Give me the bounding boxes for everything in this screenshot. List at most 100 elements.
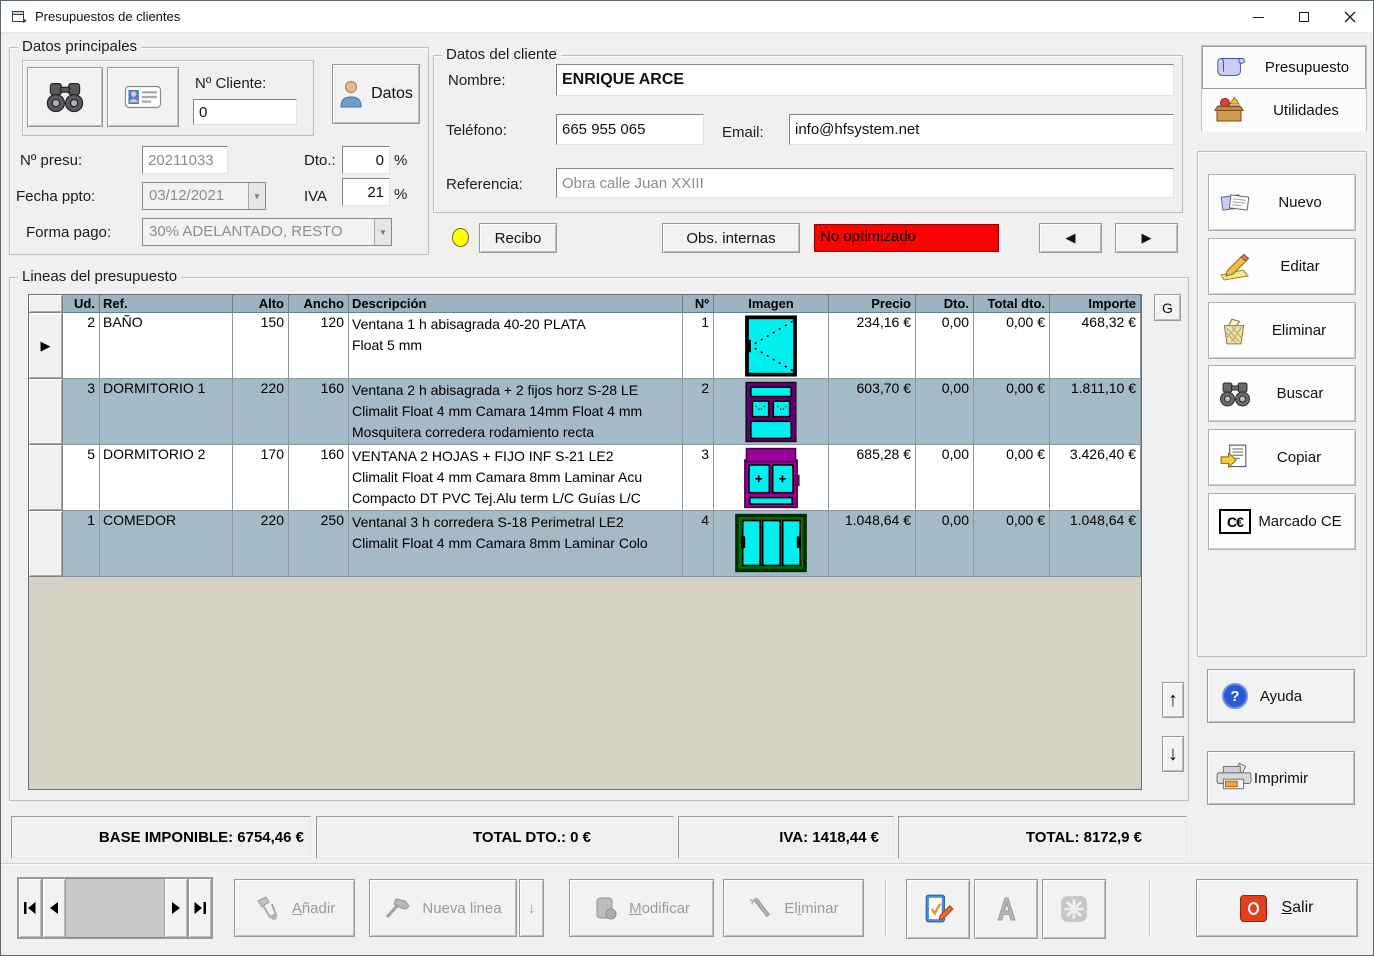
column-header-precio[interactable]: Precio: [829, 295, 916, 313]
cell-numero[interactable]: 2: [683, 379, 714, 445]
freeze-button[interactable]: [1042, 879, 1106, 939]
previous-record-button[interactable]: ◀: [1039, 223, 1102, 253]
cell-precio[interactable]: 1.048,64 €: [829, 511, 916, 577]
next-record-nav-button[interactable]: [164, 878, 188, 938]
search-client-button[interactable]: [27, 67, 103, 127]
eliminar-button[interactable]: Eliminar: [1208, 302, 1356, 359]
cell-dto[interactable]: 0,00: [916, 511, 974, 577]
cell-alto[interactable]: 220: [233, 511, 289, 577]
cell-ancho[interactable]: 160: [289, 379, 349, 445]
imprimir-button[interactable]: Imprimir: [1207, 751, 1355, 805]
cell-ud[interactable]: 3: [63, 379, 100, 445]
column-header-ref[interactable]: Ref.: [100, 295, 233, 313]
cell-ud[interactable]: 2: [63, 313, 100, 379]
nueva-linea-dropdown-button[interactable]: ↓: [519, 879, 544, 937]
grid-options-button[interactable]: G: [1154, 294, 1181, 321]
column-header-total-dto[interactable]: Total dto.: [974, 295, 1050, 313]
forma-pago-dropdown[interactable]: 30% ADELANTADO, RESTO ▼: [142, 218, 392, 246]
cell-ref[interactable]: COMEDOR: [100, 511, 233, 577]
cell-alto[interactable]: 220: [233, 379, 289, 445]
cell-ref[interactable]: DORMITORIO 1: [100, 379, 233, 445]
email-input[interactable]: [789, 114, 1174, 145]
first-record-button[interactable]: [18, 878, 42, 938]
navigator-track[interactable]: [66, 878, 164, 938]
cell-descripcion[interactable]: Ventana 1 h abisagrada 40-20 PLATA Float…: [349, 313, 683, 379]
referencia-input[interactable]: [556, 168, 1174, 198]
cell-descripcion[interactable]: Ventana 2 h abisagrada + 2 fijos horz S-…: [349, 379, 683, 445]
n-presu-input[interactable]: [142, 146, 228, 174]
cell-ud[interactable]: 5: [63, 445, 100, 511]
row-selector[interactable]: [29, 379, 63, 445]
recibo-button[interactable]: Recibo: [479, 223, 557, 253]
cell-ancho[interactable]: 160: [289, 445, 349, 511]
column-header-ud[interactable]: Ud.: [63, 295, 100, 313]
tab-presupuesto[interactable]: Presupuesto: [1202, 46, 1366, 89]
cell-ancho[interactable]: 250: [289, 511, 349, 577]
cell-imagen[interactable]: [714, 445, 829, 511]
cell-ref[interactable]: BAÑO: [100, 313, 233, 379]
column-header-descripcion[interactable]: Descripción: [349, 295, 683, 313]
chevron-down-icon[interactable]: ▼: [248, 183, 265, 209]
column-header-ancho[interactable]: Ancho: [289, 295, 349, 313]
next-record-button[interactable]: ▶: [1115, 223, 1178, 253]
cell-ref[interactable]: DORMITORIO 2: [100, 445, 233, 511]
nueva-linea-button[interactable]: Nueva linea: [369, 879, 517, 937]
iva-input[interactable]: [342, 178, 390, 206]
move-line-up-button[interactable]: ↑: [1162, 682, 1184, 718]
nuevo-button[interactable]: Nuevo: [1208, 174, 1356, 231]
salir-button[interactable]: Salir: [1196, 879, 1358, 937]
chevron-down-icon[interactable]: ▼: [374, 219, 391, 245]
row-selector[interactable]: [29, 445, 63, 511]
marcado-ce-button[interactable]: C€ Marcado CE: [1208, 493, 1356, 550]
obs-internas-button[interactable]: Obs. internas: [662, 223, 800, 253]
notes-editor-button[interactable]: [906, 879, 970, 939]
row-selector[interactable]: ▶: [29, 313, 63, 379]
column-header-alto[interactable]: Alto: [233, 295, 289, 313]
cell-ancho[interactable]: 120: [289, 313, 349, 379]
cell-precio[interactable]: 603,70 €: [829, 379, 916, 445]
column-header-numero[interactable]: Nº: [683, 295, 714, 313]
cell-total-dto[interactable]: 0,00 €: [974, 511, 1050, 577]
cell-precio[interactable]: 234,16 €: [829, 313, 916, 379]
row-selector[interactable]: [29, 511, 63, 577]
cell-numero[interactable]: 4: [683, 511, 714, 577]
cell-total-dto[interactable]: 0,00 €: [974, 445, 1050, 511]
cell-imagen[interactable]: [714, 379, 829, 445]
ayuda-button[interactable]: ? Ayuda: [1207, 669, 1355, 723]
cell-numero[interactable]: 1: [683, 313, 714, 379]
font-button[interactable]: C€: [974, 879, 1038, 939]
modificar-button[interactable]: Modificar: [569, 879, 714, 937]
cell-total-dto[interactable]: 0,00 €: [974, 313, 1050, 379]
cell-dto[interactable]: 0,00: [916, 445, 974, 511]
cell-ud[interactable]: 1: [63, 511, 100, 577]
nombre-input[interactable]: [556, 64, 1174, 96]
minimize-button[interactable]: [1235, 1, 1281, 33]
last-record-button[interactable]: [188, 878, 212, 938]
cell-total-dto[interactable]: 0,00 €: [974, 379, 1050, 445]
editar-button[interactable]: Editar: [1208, 238, 1356, 295]
cell-importe[interactable]: 468,32 €: [1050, 313, 1141, 379]
eliminar-linea-button[interactable]: Eliminar: [723, 879, 864, 937]
cell-precio[interactable]: 685,28 €: [829, 445, 916, 511]
client-card-button[interactable]: [107, 67, 179, 127]
cell-alto[interactable]: 150: [233, 313, 289, 379]
column-header-importe[interactable]: Importe: [1050, 295, 1141, 313]
cell-importe[interactable]: 1.811,10 €: [1050, 379, 1141, 445]
dto-input[interactable]: [342, 146, 390, 174]
column-header-imagen[interactable]: Imagen: [714, 295, 829, 313]
column-header-dto[interactable]: Dto.: [916, 295, 974, 313]
cell-dto[interactable]: 0,00: [916, 313, 974, 379]
prior-record-button[interactable]: [42, 878, 66, 938]
tab-utilidades[interactable]: Utilidades: [1202, 89, 1366, 132]
cell-imagen[interactable]: [714, 511, 829, 577]
cell-importe[interactable]: 1.048,64 €: [1050, 511, 1141, 577]
n-cliente-input[interactable]: [193, 99, 297, 125]
cell-importe[interactable]: 3.426,40 €: [1050, 445, 1141, 511]
buscar-button[interactable]: Buscar: [1208, 365, 1356, 422]
cell-descripcion[interactable]: Ventanal 3 h corredera S-18 Perimetral L…: [349, 511, 683, 577]
fecha-ppto-dropdown[interactable]: 03/12/2021 ▼: [142, 182, 266, 210]
cell-imagen[interactable]: [714, 313, 829, 379]
telefono-input[interactable]: [556, 114, 704, 145]
cell-descripcion[interactable]: VENTANA 2 HOJAS + FIJO INF S-21 LE2 Clim…: [349, 445, 683, 511]
move-line-down-button[interactable]: ↓: [1162, 736, 1184, 772]
